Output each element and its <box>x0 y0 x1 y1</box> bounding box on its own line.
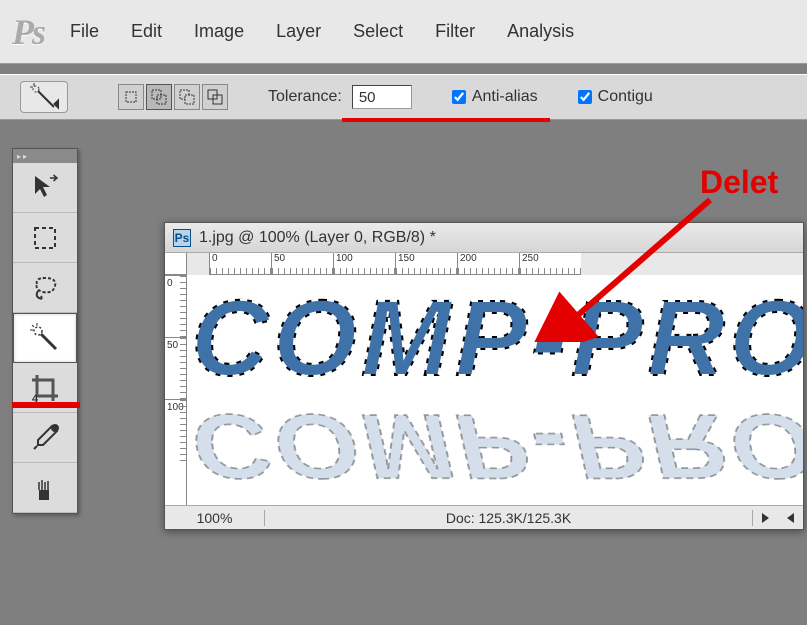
selection-intersect-button[interactable] <box>202 84 228 110</box>
rect-int-icon <box>207 89 223 105</box>
lasso-tool[interactable] <box>13 263 77 313</box>
scroll-left-icon <box>787 513 794 523</box>
annotation-underline-wand-tool <box>12 402 80 408</box>
ruler-tick: 150 <box>395 253 457 274</box>
ruler-tick: 50 <box>271 253 333 274</box>
ps-file-icon: Ps <box>173 229 191 247</box>
move-icon <box>29 172 61 204</box>
options-bar: Tolerance: Anti-alias Contigu <box>0 74 807 120</box>
menu-filter[interactable]: Filter <box>429 17 481 46</box>
ruler-vertical[interactable]: 0 50 100 <box>165 275 187 505</box>
magic-wand-tool[interactable] <box>13 313 77 363</box>
rect-sub-icon <box>179 89 195 105</box>
antialias-checkbox[interactable]: Anti-alias <box>452 88 538 106</box>
zoom-level[interactable]: 100% <box>165 510 265 526</box>
contiguous-check-input[interactable] <box>578 90 592 104</box>
antialias-label: Anti-alias <box>472 88 538 106</box>
scroll-play-icon <box>762 513 769 523</box>
document-info[interactable]: Doc: 125.3K/125.3K <box>265 510 753 526</box>
tool-preset-picker[interactable] <box>20 81 68 113</box>
ruler-tick: 0 <box>165 275 186 337</box>
menu-select[interactable]: Select <box>347 17 409 46</box>
ruler-tick: 100 <box>165 399 186 461</box>
magic-wand-icon <box>28 81 60 113</box>
selection-ants-white: COMP-PRO <box>191 277 803 398</box>
scroll-buttons[interactable] <box>753 513 803 523</box>
menubar: Ps File Edit Image Layer Select Filter A… <box>0 0 807 64</box>
crop-icon: 4 <box>29 372 61 404</box>
marquee-tool[interactable] <box>13 213 77 263</box>
ruler-tick: 0 <box>209 253 271 274</box>
work-area: ▸▸ 4 <box>0 122 807 625</box>
lasso-icon <box>29 272 61 304</box>
contiguous-checkbox[interactable]: Contigu <box>578 88 653 106</box>
eyedropper-tool[interactable] <box>13 413 77 463</box>
eyedropper-icon <box>29 422 61 454</box>
ruler-tick: 100 <box>333 253 395 274</box>
contiguous-label: Contigu <box>598 88 653 106</box>
selection-mode-group <box>118 84 228 110</box>
ruler-horizontal[interactable]: 0 50 100 150 200 250 <box>209 253 581 275</box>
ruler-origin[interactable] <box>165 253 187 275</box>
brush-icon <box>29 472 61 504</box>
tolerance-label: Tolerance: <box>268 88 342 106</box>
tolerance-input[interactable] <box>352 85 412 109</box>
tools-panel: ▸▸ 4 <box>12 148 78 514</box>
ruler-tick: 200 <box>457 253 519 274</box>
ruler-tick: 50 <box>165 337 186 399</box>
selection-add-button[interactable] <box>146 84 172 110</box>
app-logo: Ps <box>12 11 44 53</box>
status-bar: 100% Doc: 125.3K/125.3K <box>165 505 803 529</box>
annotation-delete-label: Delet <box>700 164 778 201</box>
ruler-tick: 250 <box>519 253 581 274</box>
document-window: Ps 1.jpg @ 100% (Layer 0, RGB/8) * 0 50 … <box>164 222 804 530</box>
drag-handle-icon: ▸▸ <box>17 152 29 161</box>
menu-image[interactable]: Image <box>188 17 250 46</box>
menu-analysis[interactable]: Analysis <box>501 17 580 46</box>
selection-subtract-button[interactable] <box>174 84 200 110</box>
document-titlebar[interactable]: Ps 1.jpg @ 100% (Layer 0, RGB/8) * <box>165 223 803 253</box>
rect-add-icon <box>151 89 167 105</box>
move-tool[interactable] <box>13 163 77 213</box>
marquee-icon <box>29 222 61 254</box>
tools-panel-header[interactable]: ▸▸ <box>13 149 77 163</box>
menu-edit[interactable]: Edit <box>125 17 168 46</box>
rect-icon <box>124 90 138 104</box>
selection-new-button[interactable] <box>118 84 144 110</box>
antialias-check-input[interactable] <box>452 90 466 104</box>
document-title: 1.jpg @ 100% (Layer 0, RGB/8) * <box>199 229 436 247</box>
brush-tool[interactable] <box>13 463 77 513</box>
menu-layer[interactable]: Layer <box>270 17 327 46</box>
selection-ants-reflection: COMP-PRO <box>191 395 803 498</box>
canvas[interactable]: COMP-PRO COMP-PRO COMP-PRO COMP-PRO COMP… <box>187 275 803 505</box>
menu-file[interactable]: File <box>64 17 105 46</box>
magic-wand-icon <box>29 322 61 354</box>
